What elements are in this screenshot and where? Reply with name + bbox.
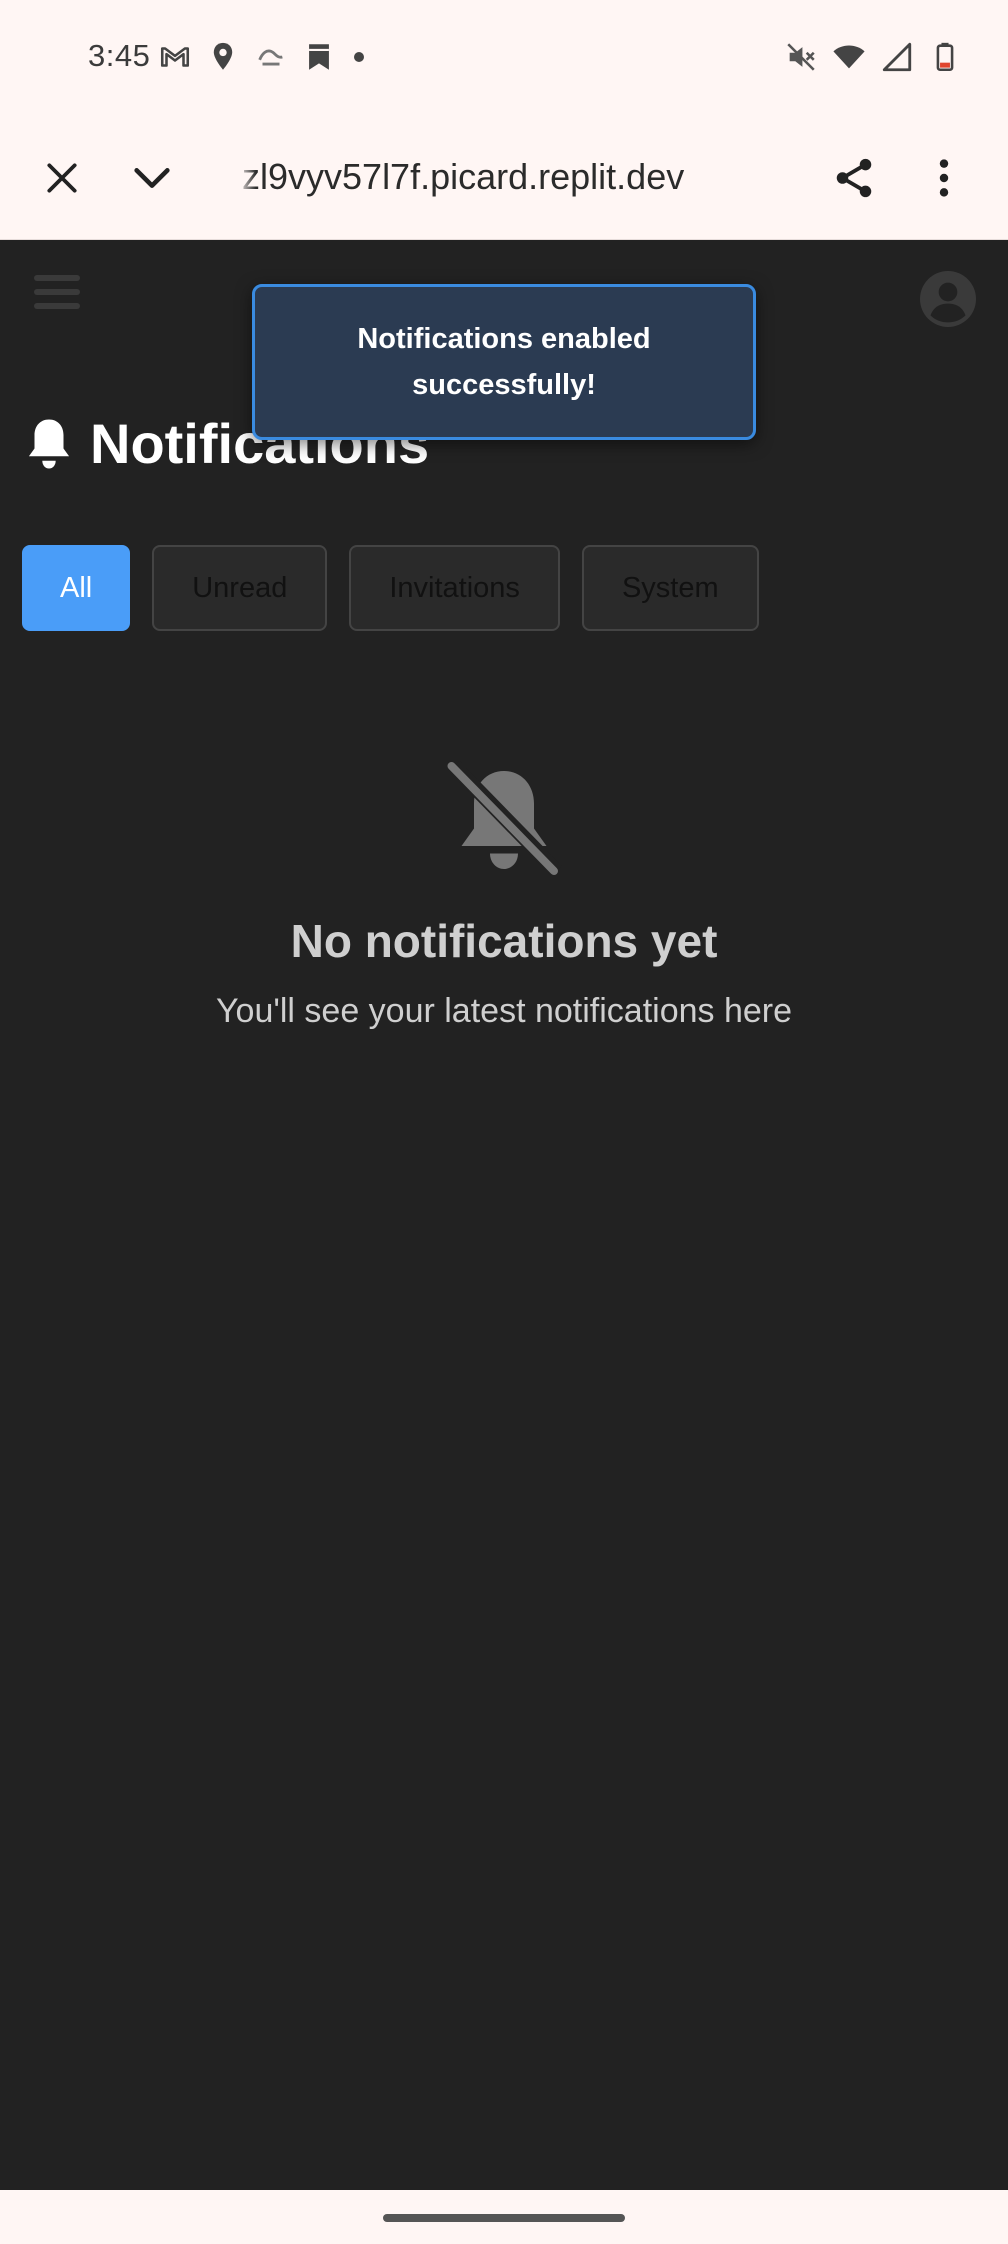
more-vert-icon [939,159,949,197]
success-toast: Notifications enabled successfully! [252,284,756,440]
mute-icon [787,43,815,71]
menu-button[interactable] [34,275,80,321]
location-icon [213,42,233,70]
status-icons-left [158,40,364,74]
tab-unread[interactable]: Unread [152,545,328,631]
browser-toolbar: zl9vyv57l7f.picard.replit.dev [0,116,1008,240]
status-bar: 3:45 [0,0,1008,116]
tab-all[interactable]: All [22,545,131,631]
system-nav-bar [0,2190,1008,2244]
close-tab-button[interactable] [26,142,98,214]
home-gesture-handle[interactable] [383,2214,625,2222]
profile-avatar-icon[interactable] [920,271,976,327]
collapse-button[interactable] [116,142,188,214]
status-icons-right [784,40,962,74]
url-bar[interactable]: zl9vyv57l7f.picard.replit.dev [242,156,722,198]
battery-icon [936,42,954,72]
bell-icon [28,418,70,469]
gmail-icon [160,47,190,67]
activity-icon [258,49,283,66]
empty-state: No notifications yet You'll see your lat… [0,760,1008,1031]
share-icon [836,158,872,198]
more-options-button[interactable] [908,142,980,214]
bell-off-icon [447,760,562,877]
chevron-down-icon [134,168,170,188]
signal-icon [882,42,912,72]
filter-tabs: All Unread Invitations System [22,545,759,631]
dot-icon [354,52,364,62]
tab-invitations[interactable]: Invitations [349,545,560,631]
app-content: Notifications All Unread Invitations Sys… [0,241,1008,2190]
wifi-icon [833,45,865,69]
status-time: 3:45 [88,38,151,73]
close-icon [47,163,77,193]
toast-message: Notifications enabled successfully! [357,323,651,401]
empty-state-subtitle: You'll see your latest notifications her… [215,992,793,1030]
bookmark-icon [309,44,329,70]
empty-state-title: No notifications yet [290,915,718,967]
share-button[interactable] [818,142,890,214]
tab-system[interactable]: System [581,545,759,631]
